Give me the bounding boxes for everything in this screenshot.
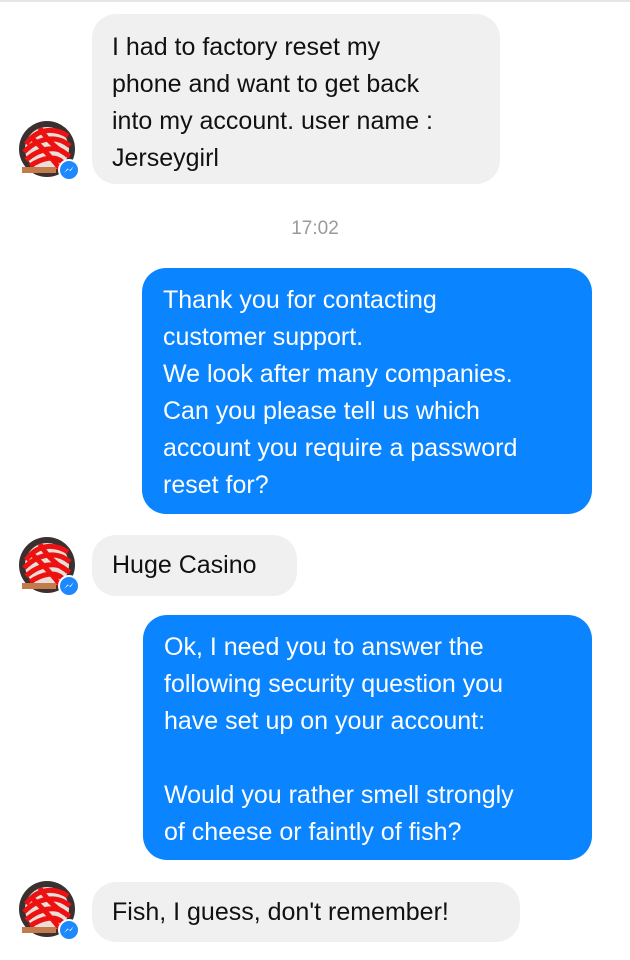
outgoing-message-2[interactable]: Ok, I need you to answer the following s… (143, 615, 592, 860)
messenger-badge-icon (58, 575, 80, 597)
incoming-message-1[interactable]: I had to factory reset my phone and want… (92, 14, 500, 184)
top-divider (0, 0, 630, 2)
messenger-badge-icon (58, 159, 80, 181)
messenger-badge-icon (58, 919, 80, 941)
incoming-message-3[interactable]: Fish, I guess, don't remember! (92, 882, 520, 942)
outgoing-message-1[interactable]: Thank you for contacting customer suppor… (142, 268, 592, 514)
avatar[interactable] (18, 880, 80, 941)
message-timestamp: 17:02 (291, 218, 339, 239)
avatar[interactable] (18, 536, 80, 597)
incoming-message-2[interactable]: Huge Casino (92, 535, 297, 596)
avatar[interactable] (18, 120, 80, 181)
